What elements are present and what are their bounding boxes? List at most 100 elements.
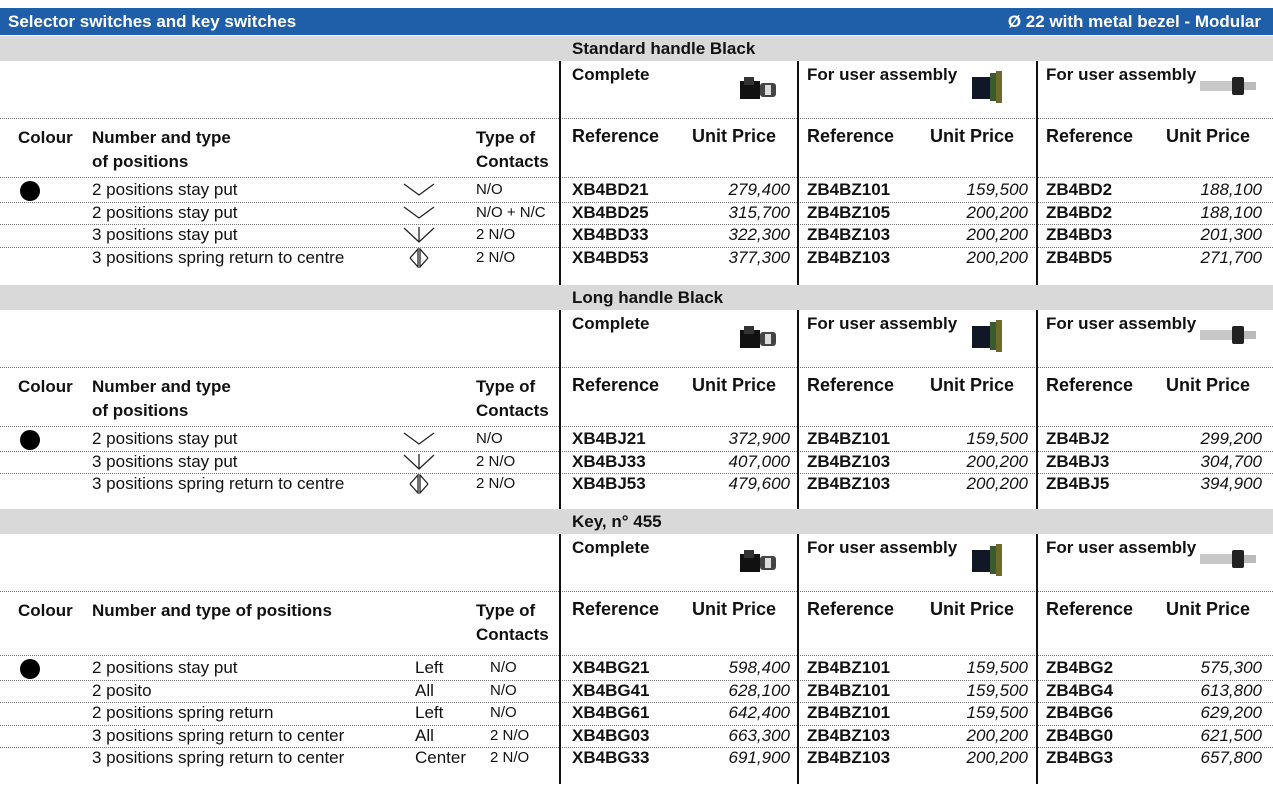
product-image-icon: [738, 548, 782, 581]
page-title: Selector switches and key switches: [8, 12, 297, 31]
positions-header: Number and type: [92, 128, 231, 147]
reference-header: Reference: [1046, 375, 1134, 395]
reference-cell: ZB4BZ101: [807, 703, 891, 722]
reference-cell: XB4BJ21: [572, 429, 646, 448]
price-cell: 613,800: [1200, 680, 1262, 700]
reference-header: Reference: [572, 375, 660, 395]
complete-label: Complete: [572, 538, 650, 557]
section-title: Key, n° 455: [572, 512, 662, 531]
reference-cell: XB4BG41: [572, 680, 650, 700]
reference-header: Reference: [1046, 599, 1134, 619]
column-separator: [559, 61, 561, 285]
price-cell: 159,500: [966, 180, 1028, 199]
price-cell: 200,200: [966, 225, 1028, 244]
price-cell: 322,300: [728, 225, 790, 244]
contact-type: N/O + N/C: [476, 203, 546, 221]
price-cell: 479,600: [728, 474, 790, 493]
key-removal: All: [415, 725, 434, 745]
column-separator: [797, 61, 799, 285]
price-cell: 621,500: [1200, 725, 1262, 745]
price-cell: 299,200: [1200, 429, 1262, 448]
unit-price-header: Unit Price: [930, 599, 1015, 619]
price-cell: 188,100: [1200, 202, 1262, 222]
reference-header: Reference: [572, 599, 660, 619]
reference-cell: ZB4BZ105: [807, 202, 891, 222]
row-divider: [0, 591, 1273, 592]
column-separator: [1036, 310, 1038, 509]
position-description: 3 positions spring return to centre: [92, 247, 345, 267]
double-arrow-icon: [402, 246, 436, 273]
reference-cell: ZB4BG6: [1046, 703, 1114, 722]
price-cell: 159,500: [966, 429, 1028, 448]
reference-cell: ZB4BZ101: [807, 429, 891, 448]
reference-cell: ZB4BG2: [1046, 658, 1114, 677]
reference-cell: ZB4BG3: [1046, 748, 1114, 767]
unit-price-header: Unit Price: [1166, 375, 1251, 395]
reference-cell: ZB4BD5: [1046, 247, 1113, 267]
product-image-icon: [1198, 73, 1258, 102]
reference-cell: XB4BJ33: [572, 451, 646, 471]
column-separator: [559, 310, 561, 509]
contacts-header: Type of: [476, 128, 536, 147]
price-cell: 188,100: [1200, 180, 1262, 199]
reference-cell: ZB4BG0: [1046, 725, 1114, 745]
price-cell: 201,300: [1200, 225, 1262, 244]
colour-header: Colour: [18, 377, 73, 396]
reference-cell: XB4BG61: [572, 703, 650, 722]
price-cell: 200,200: [966, 202, 1028, 222]
positions-header: Number and type: [92, 377, 231, 396]
price-cell: 629,200: [1200, 703, 1262, 722]
position-description: 2 positions stay put: [92, 429, 238, 448]
user-assembly-label: For user assembly: [1046, 314, 1197, 333]
contact-type: 2 N/O: [476, 248, 516, 266]
price-cell: 377,300: [728, 247, 790, 267]
reference-cell: ZB4BD2: [1046, 202, 1113, 222]
positions-header: Number and type of positions: [92, 601, 332, 620]
unit-price-header: Unit Price: [1166, 599, 1251, 619]
position-description: 3 positions spring return to center: [92, 748, 345, 767]
contact-type: 2 N/O: [490, 749, 530, 766]
contact-type: 2 N/O: [476, 452, 516, 470]
contact-type: 2 N/O: [490, 726, 530, 744]
position-description: 2 positions stay put: [92, 658, 238, 677]
reference-cell: XB4BG33: [572, 748, 650, 767]
unit-price-header: Unit Price: [930, 375, 1015, 395]
section-title: Long handle Black: [572, 288, 724, 307]
contact-type: N/O: [490, 659, 517, 676]
reference-cell: ZB4BD3: [1046, 225, 1113, 244]
user-assembly-label: For user assembly: [1046, 65, 1197, 84]
contact-type: 2 N/O: [476, 475, 516, 492]
contact-type: N/O: [476, 430, 503, 447]
colour-black-dot: [20, 430, 40, 450]
product-image-icon: [968, 318, 1012, 359]
key-removal: All: [415, 680, 434, 700]
double-arrow-icon: [402, 473, 436, 499]
unit-price-header: Unit Price: [930, 126, 1015, 146]
price-cell: 200,200: [966, 725, 1028, 745]
reference-header: Reference: [1046, 126, 1134, 146]
v-icon: [402, 180, 436, 203]
row-divider: [0, 655, 1273, 656]
key-removal: Center: [415, 748, 467, 767]
product-image-icon: [968, 542, 1012, 583]
product-image-icon: [1198, 546, 1258, 575]
contacts-header: Type of: [476, 601, 536, 620]
v-icon: [402, 203, 436, 226]
section-header: Key, n° 455: [0, 509, 1273, 534]
column-separator: [559, 534, 561, 784]
contacts-header-2: Contacts: [476, 401, 549, 420]
product-image-icon: [738, 324, 782, 357]
reference-cell: ZB4BZ101: [807, 180, 891, 199]
price-cell: 372,900: [728, 429, 790, 448]
reference-cell: XB4BJ53: [572, 474, 646, 493]
reference-cell: XB4BG21: [572, 658, 650, 677]
price-cell: 200,200: [966, 451, 1028, 471]
contact-type: N/O: [490, 704, 517, 721]
reference-header: Reference: [572, 126, 660, 146]
price-cell: 271,700: [1200, 247, 1262, 267]
reference-header: Reference: [807, 375, 895, 395]
price-cell: 691,900: [728, 748, 790, 767]
reference-cell: XB4BD53: [572, 247, 649, 267]
contact-type: N/O: [476, 181, 503, 198]
user-assembly-label: For user assembly: [807, 65, 958, 84]
